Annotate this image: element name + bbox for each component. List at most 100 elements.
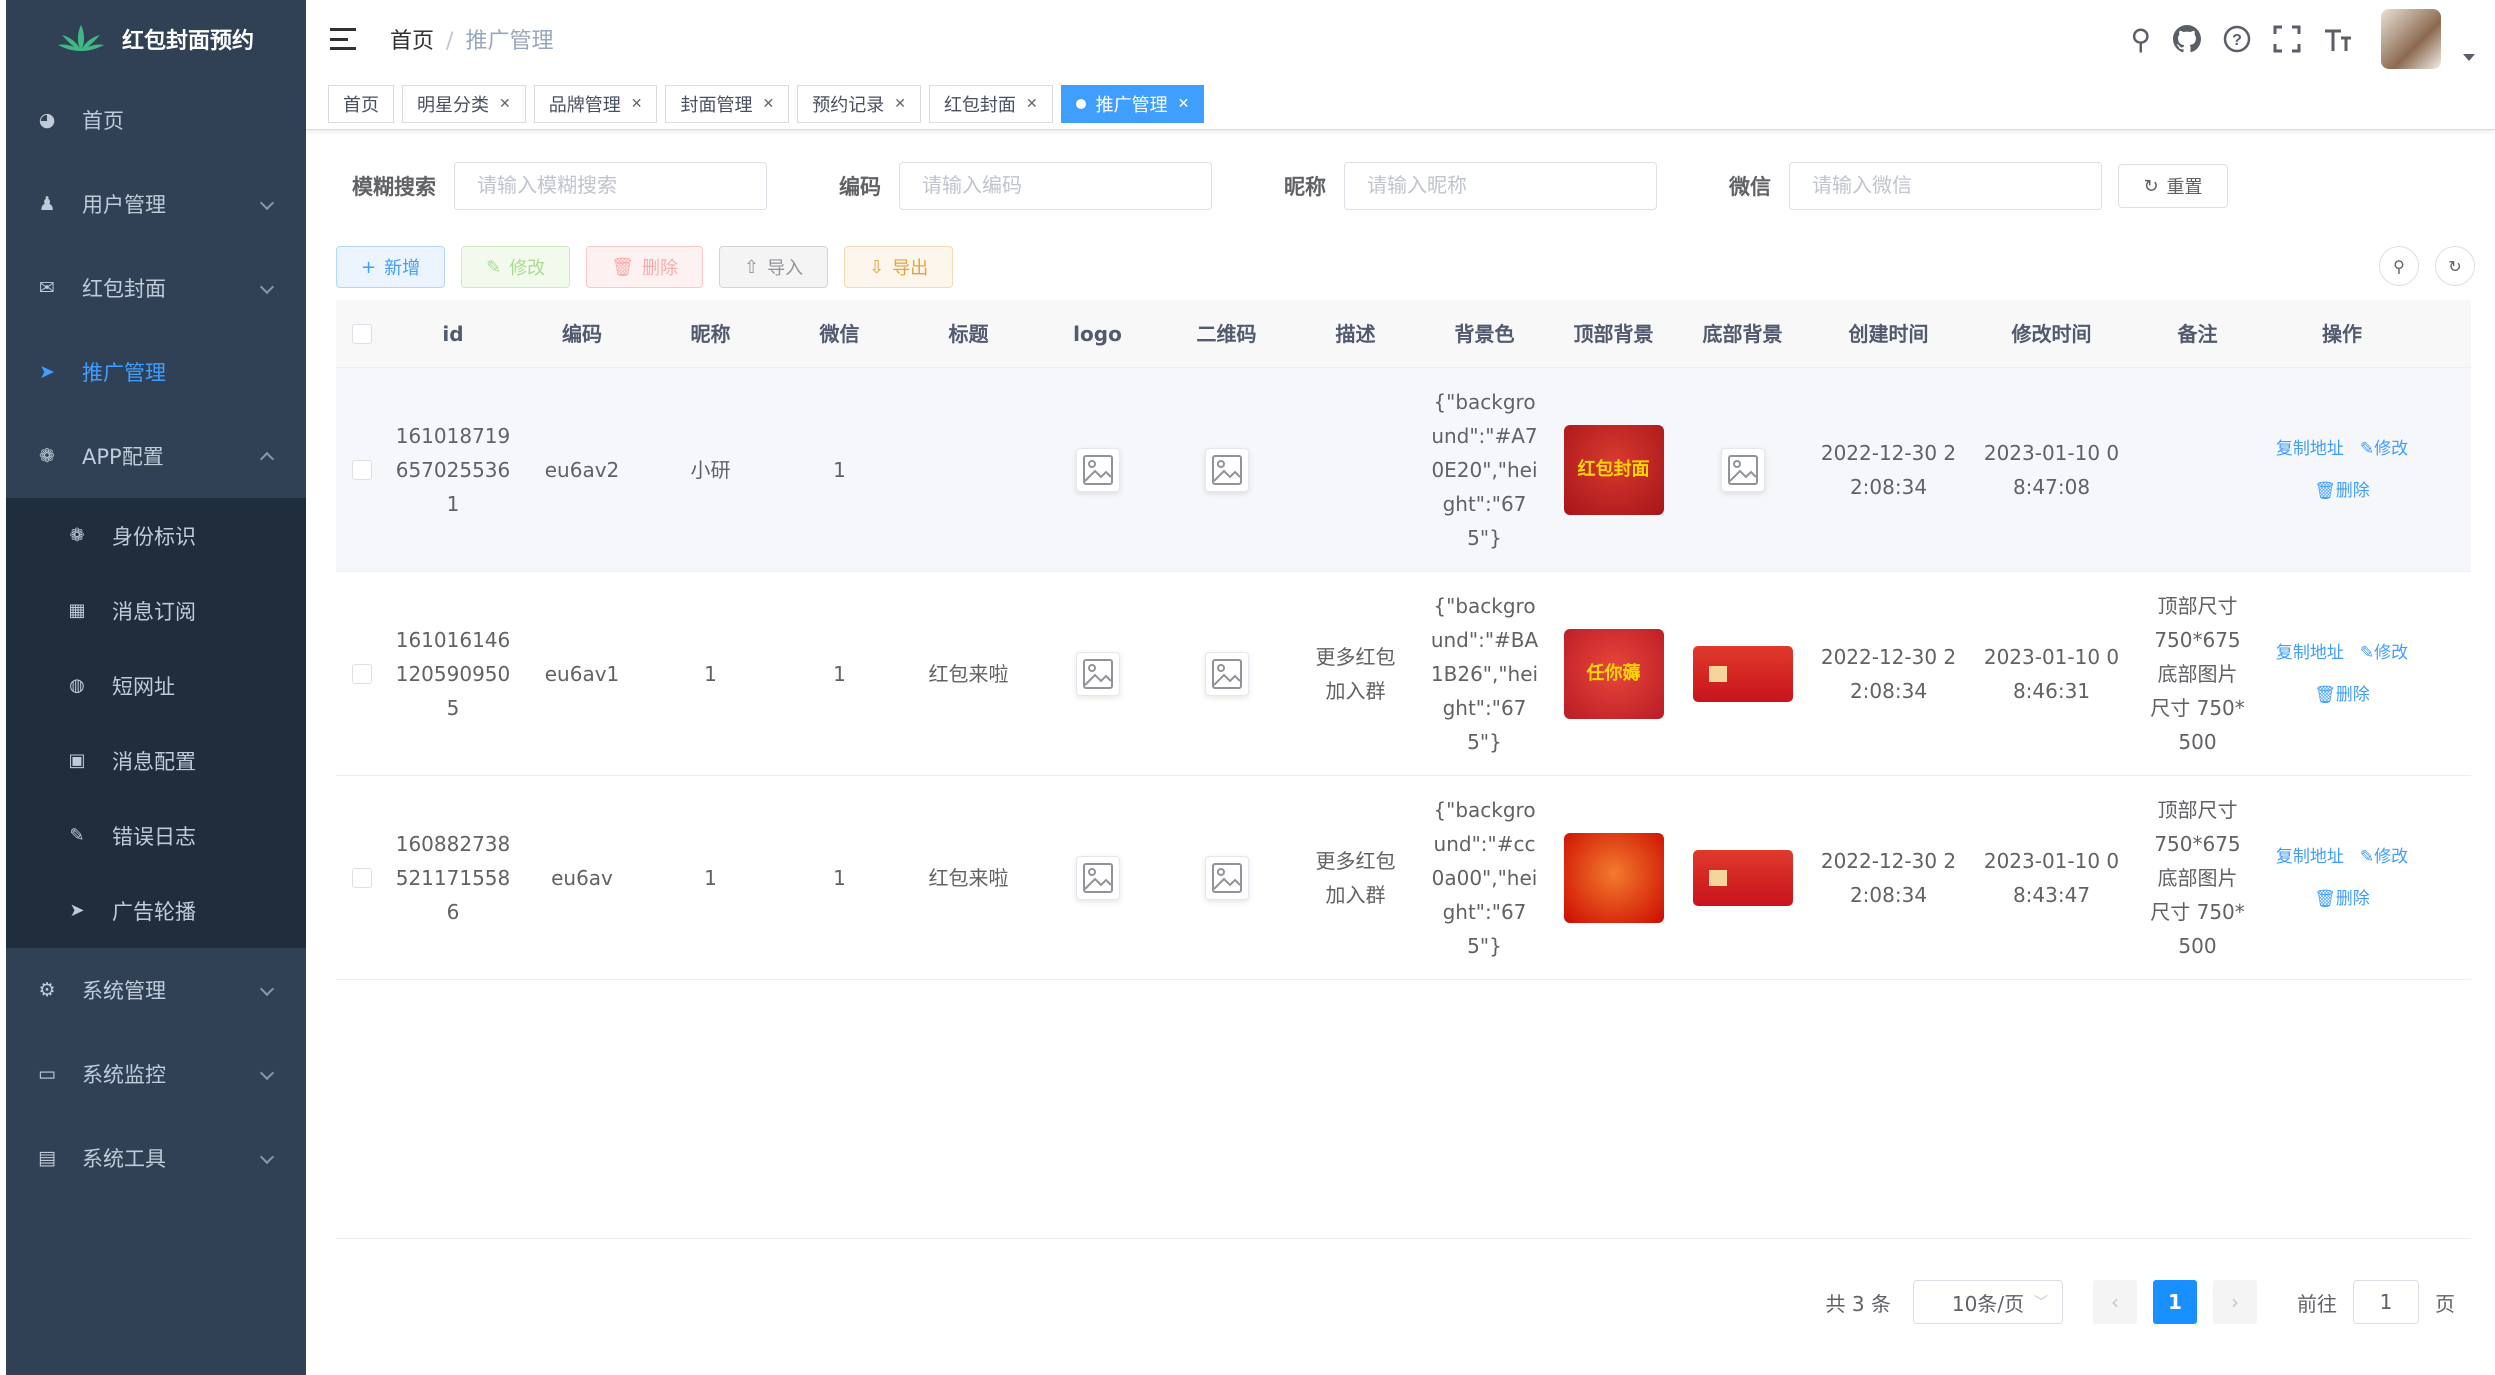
avatar[interactable] (2381, 9, 2441, 69)
sidebar-item-cover[interactable]: ✉ 红包封面 (6, 246, 306, 330)
image-placeholder-icon[interactable] (1204, 651, 1249, 696)
delete-button[interactable]: 🗑 删除 (586, 246, 704, 288)
cell-title: 红包来啦 (928, 865, 1009, 890)
refresh-button[interactable]: ↻ (2435, 246, 2475, 286)
chevron-up-icon (259, 451, 275, 467)
github-icon[interactable] (2173, 25, 2201, 53)
page-number-button[interactable]: 1 (2153, 1280, 2197, 1324)
reset-button[interactable]: ↻ 重置 (2118, 164, 2228, 208)
close-icon[interactable]: ✕ (499, 96, 511, 112)
sidebar: 红包封面预约 ◕ 首页 ♟ 用户管理 ✉ 红包封面 ➤ 推广管理 ❁ APP配置… (6, 0, 306, 1375)
fullscreen-icon[interactable] (2273, 25, 2301, 53)
image-placeholder-icon[interactable] (1720, 447, 1765, 492)
wechat-icon: ❁ (39, 445, 55, 467)
copy-url-link[interactable]: 复制地址 (2276, 432, 2344, 466)
delete-label: 删除 (642, 258, 679, 279)
close-icon[interactable]: ✕ (631, 96, 643, 112)
add-label: 新增 (384, 258, 421, 279)
fuzzy-search-input[interactable] (454, 162, 767, 210)
sidebar-item-identity[interactable]: ❁ 身份标识 (6, 498, 306, 573)
row-checkbox[interactable] (352, 867, 372, 888)
copy-url-link[interactable]: 复制地址 (2276, 636, 2344, 670)
tag-reservation[interactable]: 预约记录 ✕ (797, 84, 921, 123)
hamburger-icon[interactable] (330, 28, 356, 50)
delete-link[interactable]: 🗑删除 (2314, 474, 2370, 508)
cell-wechat: 1 (833, 661, 846, 686)
image-placeholder-icon[interactable] (1075, 651, 1120, 696)
delete-link[interactable]: 🗑删除 (2314, 882, 2370, 916)
cell-bottom-bg (1678, 645, 1807, 702)
bottom-bg-thumbnail[interactable] (1692, 849, 1793, 906)
tag-promotion[interactable]: 推广管理 ✕ (1060, 84, 1205, 123)
row-checkbox[interactable] (352, 459, 372, 480)
image-placeholder-icon[interactable] (1075, 855, 1120, 900)
sidebar-item-label: 推广管理 (82, 361, 166, 385)
sidebar-item-shorturl[interactable]: ◍ 短网址 (6, 648, 306, 723)
table-header: id 编码 昵称 微信 标题 logo 二维码 描述 背景色 顶部背景 底部背景… (336, 300, 2471, 368)
close-icon[interactable]: ✕ (1026, 96, 1038, 112)
sidebar-item-ad-carousel[interactable]: ➤ 广告轮播 (6, 873, 306, 948)
top-bg-thumbnail[interactable] (1563, 832, 1664, 923)
goto-page-input[interactable]: 1 (2353, 1280, 2419, 1324)
font-size-icon[interactable] (2323, 25, 2353, 53)
sidebar-item-tools[interactable]: ▤ 系统工具 (6, 1116, 306, 1200)
image-placeholder-icon[interactable] (1204, 447, 1249, 492)
copy-url-link[interactable]: 复制地址 (2276, 840, 2344, 874)
close-icon[interactable]: ✕ (894, 96, 906, 112)
help-icon[interactable]: ? (2223, 25, 2251, 53)
next-page-button[interactable]: › (2213, 1280, 2257, 1324)
sidebar-item-system[interactable]: ⚙ 系统管理 (6, 948, 306, 1032)
edit-link[interactable]: ✎修改 (2360, 840, 2408, 874)
cell-id: 161018719 657025536 1 (395, 423, 511, 516)
cell-desc: 更多红包 加入群 (1315, 644, 1396, 703)
chevron-down-icon (259, 1149, 275, 1165)
edit-link[interactable]: ✎修改 (2360, 432, 2408, 466)
add-button[interactable]: + 新增 (336, 246, 446, 288)
image-placeholder-icon[interactable] (1204, 855, 1249, 900)
select-all-checkbox[interactable] (352, 323, 372, 344)
sidebar-item-error-log[interactable]: ✎ 错误日志 (6, 798, 306, 873)
close-icon[interactable]: ✕ (762, 96, 774, 112)
edit-button[interactable]: ✎ 修改 (461, 246, 571, 288)
cell-title: 红包来啦 (928, 661, 1009, 686)
sidebar-item-monitor[interactable]: ▭ 系统监控 (6, 1032, 306, 1116)
sidebar-item-home[interactable]: ◕ 首页 (6, 78, 306, 162)
image-placeholder-icon[interactable] (1075, 447, 1120, 492)
caret-down-icon[interactable] (2463, 53, 2475, 61)
close-icon[interactable]: ✕ (1178, 96, 1190, 112)
app-logo[interactable]: 红包封面预约 (6, 0, 306, 78)
sidebar-item-user[interactable]: ♟ 用户管理 (6, 162, 306, 246)
code-input[interactable] (899, 162, 1212, 210)
prev-page-button[interactable]: ‹ (2093, 1280, 2137, 1324)
toggle-search-button[interactable]: ⚲ (2379, 246, 2419, 286)
page-size-select[interactable]: 10条/页 ﹀ (1913, 1280, 2063, 1324)
export-button[interactable]: ⇩ 导出 (844, 246, 954, 288)
import-button[interactable]: ⇧ 导入 (719, 246, 829, 288)
edit-link[interactable]: ✎修改 (2360, 636, 2408, 670)
bottom-bg-thumbnail[interactable] (1692, 645, 1793, 702)
nickname-input[interactable] (1344, 162, 1657, 210)
sidebar-item-label: 用户管理 (82, 193, 166, 217)
search-form: 模糊搜索 编码 昵称 微信 ↻ 重置 (352, 162, 2228, 210)
sidebar-item-promotion[interactable]: ➤ 推广管理 (6, 330, 306, 414)
cell-code: eu6av1 (544, 661, 620, 686)
cell-actions: 复制地址 ✎修改 🗑删除 (2262, 432, 2422, 508)
top-bg-thumbnail[interactable]: 任你薅 (1563, 628, 1664, 719)
breadcrumb-home[interactable]: 首页 (390, 29, 434, 54)
sidebar-item-app-config[interactable]: ❁ APP配置 (6, 414, 306, 498)
pager-total: 共 3 条 (1825, 1291, 1891, 1316)
row-checkbox[interactable] (352, 663, 372, 684)
search-icon[interactable]: ⚲ (2130, 23, 2151, 56)
tag-red-cover[interactable]: 红包封面 ✕ (928, 84, 1053, 123)
tag-home[interactable]: 首页 (328, 84, 394, 123)
wechat-input[interactable] (1789, 162, 2102, 210)
sidebar-item-subscription[interactable]: ▦ 消息订阅 (6, 573, 306, 648)
sidebar-item-message-config[interactable]: ▣ 消息配置 (6, 723, 306, 798)
tag-cover[interactable]: 封面管理 ✕ (665, 84, 790, 123)
cell-actions: 复制地址 ✎修改 🗑删除 (2262, 840, 2422, 916)
tag-brand[interactable]: 品牌管理 ✕ (533, 84, 658, 123)
top-bg-thumbnail[interactable]: 红包封面 (1563, 424, 1664, 515)
delete-link[interactable]: 🗑删除 (2314, 678, 2370, 712)
tag-star-category[interactable]: 明星分类 ✕ (402, 84, 526, 123)
cell-remark: 顶部尺寸 750*675 底部图片 尺寸 750* 500 (2150, 593, 2245, 754)
